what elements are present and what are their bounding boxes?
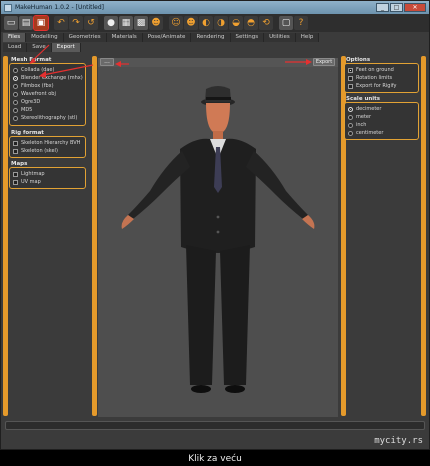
app-window: MakeHuman 1.0.2 - [Untitled] _ □ ✕ ▭ ▤ ▣… [0, 0, 430, 450]
arrow-to-export-head [306, 59, 312, 65]
arrow-to-mhx-head [39, 71, 46, 78]
status-bar [5, 421, 425, 430]
enlarge-caption[interactable]: Klik za veću [0, 454, 430, 464]
annotation-arrows [29, 44, 312, 78]
arrow-to-mhx [42, 64, 94, 76]
watermark: mycity.rs [374, 436, 423, 446]
arrow-to-browse-head [115, 61, 121, 67]
